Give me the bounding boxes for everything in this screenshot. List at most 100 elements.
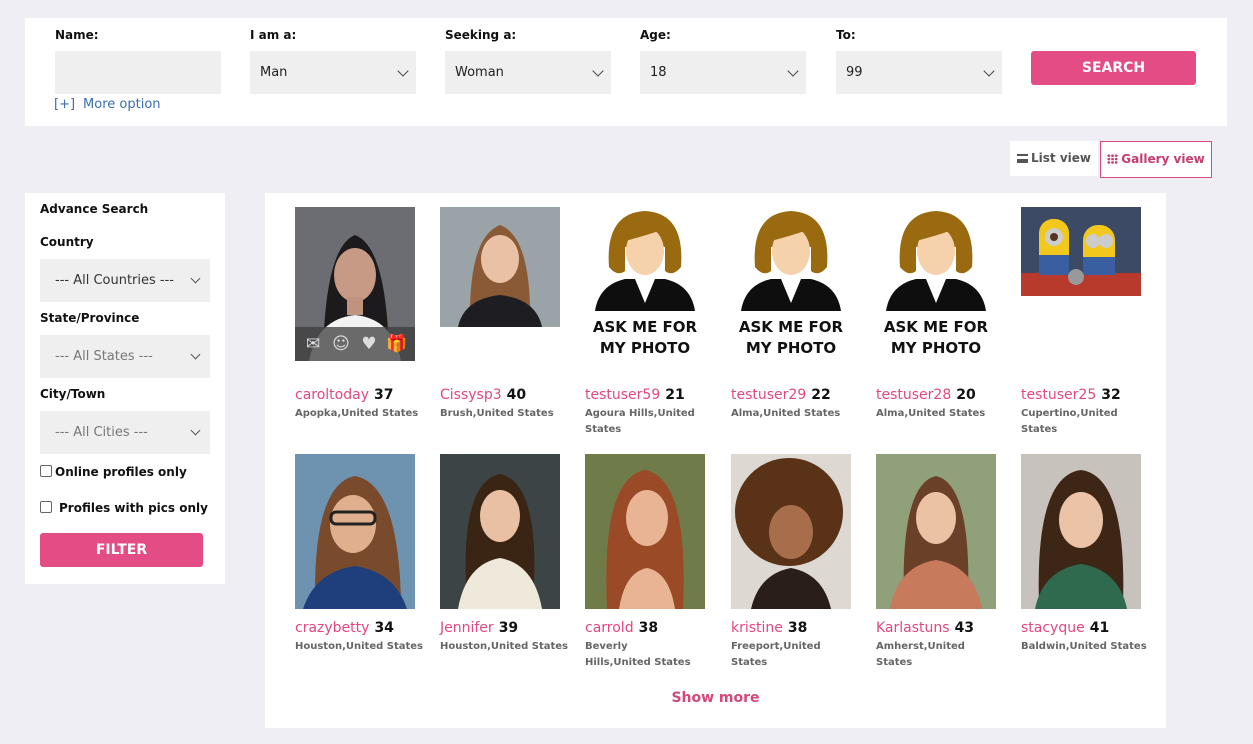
gallery-view-button[interactable]: Gallery view — [1100, 141, 1212, 178]
profile-photo[interactable] — [295, 454, 415, 609]
age: 41 — [1089, 620, 1110, 636]
username[interactable]: testuser29 — [731, 387, 806, 403]
pics-only-option[interactable]: Profiles with pics only — [40, 501, 208, 515]
profile-location: Alma,United States — [876, 408, 986, 419]
profile-photo[interactable] — [731, 454, 851, 609]
mail-icon[interactable]: ✉ — [302, 334, 324, 354]
profile-name[interactable]: testuser28 20 — [876, 387, 976, 403]
username[interactable]: testuser59 — [585, 387, 660, 403]
profile-location: Amherst,United States — [876, 641, 965, 668]
username[interactable]: stacyque — [1021, 620, 1085, 636]
age: 38 — [638, 620, 659, 636]
portrait-photo — [731, 454, 851, 609]
profile-name[interactable]: kristine 38 — [731, 620, 807, 636]
state-label: State/Province — [40, 311, 140, 325]
profile-photo[interactable] — [1021, 207, 1141, 296]
gift-icon[interactable]: 🎁 — [386, 334, 408, 354]
profile-location: Apopka,United States — [295, 408, 419, 419]
username[interactable]: Cissysp3 — [440, 387, 502, 403]
username[interactable]: Karlastuns — [876, 620, 950, 636]
seeking-select[interactable]: Woman — [445, 51, 611, 94]
chevron-down-icon — [983, 65, 995, 77]
seeking-label: Seeking a: — [445, 28, 517, 42]
chevron-down-icon — [190, 273, 201, 284]
age: 37 — [374, 387, 394, 403]
age: 34 — [374, 620, 394, 636]
username[interactable]: kristine — [731, 620, 783, 636]
list-icon — [1017, 154, 1028, 163]
age: 22 — [811, 387, 831, 403]
online-only-option[interactable]: Online profiles only — [40, 465, 187, 479]
advance-search-title: Advance Search — [40, 202, 149, 216]
username[interactable]: testuser28 — [876, 387, 951, 403]
age: 39 — [498, 620, 519, 636]
profile-name[interactable]: testuser25 32 — [1021, 387, 1121, 403]
profile-name[interactable]: testuser29 22 — [731, 387, 831, 403]
profile-location: Beverly Hills,United States — [585, 641, 691, 668]
username[interactable]: Jennifer — [440, 620, 494, 636]
state-select[interactable]: --- All States --- — [40, 335, 210, 378]
portrait-photo — [585, 454, 705, 609]
profile-photo[interactable] — [440, 454, 560, 609]
ask-photo-text: ASK ME FOR MY PHOTO — [592, 318, 698, 357]
profile-gallery: ✉ ☺ ♥ 🎁 caroltoday 37 Apopka,United State… — [265, 193, 1166, 728]
profile-photo[interactable]: ASK ME FOR MY PHOTO — [876, 207, 996, 367]
profile-location: Cupertino,United States — [1021, 408, 1118, 435]
pics-only-checkbox[interactable] — [40, 501, 52, 513]
profile-name[interactable]: Cissysp3 40 — [440, 387, 526, 403]
profile-location: Houston,United States — [295, 641, 423, 652]
profile-name[interactable]: stacyque 41 — [1021, 620, 1109, 636]
chevron-down-icon — [190, 349, 201, 360]
online-only-label: Online profiles only — [55, 465, 187, 479]
portrait-photo — [440, 454, 560, 609]
age: 20 — [956, 387, 976, 403]
smile-icon[interactable]: ☺ — [330, 334, 352, 354]
profile-photo[interactable] — [1021, 454, 1141, 609]
portrait-photo — [1021, 454, 1141, 609]
age-label: Age: — [640, 28, 671, 42]
profile-photo[interactable] — [876, 454, 996, 609]
age: 21 — [665, 387, 685, 403]
username[interactable]: carrold — [585, 620, 634, 636]
more-option-link[interactable]: [+] More option — [54, 97, 161, 112]
profile-photo[interactable] — [440, 207, 560, 327]
portrait-photo — [440, 207, 560, 327]
city-select[interactable]: --- All Cities --- — [40, 411, 210, 454]
profile-name[interactable]: Karlastuns 43 — [876, 620, 974, 636]
profile-photo[interactable] — [585, 454, 705, 609]
state-value: --- All States --- — [55, 349, 153, 364]
profile-name[interactable]: carrold 38 — [585, 620, 658, 636]
profile-photo[interactable]: ✉ ☺ ♥ 🎁 — [295, 207, 415, 361]
filter-button[interactable]: FILTER — [40, 533, 203, 567]
search-bar: Name: I am a: Man Seeking a: Woman Age: … — [25, 18, 1227, 126]
list-view-button[interactable]: List view — [1010, 141, 1098, 176]
profile-name[interactable]: testuser59 21 — [585, 387, 685, 403]
heart-icon[interactable]: ♥ — [358, 334, 380, 354]
pics-only-label: Profiles with pics only — [59, 501, 208, 515]
chevron-down-icon — [592, 65, 604, 77]
online-only-checkbox[interactable] — [40, 465, 52, 477]
age-from-select[interactable]: 18 — [640, 51, 806, 94]
seeking-value: Woman — [455, 65, 504, 80]
iam-select[interactable]: Man — [250, 51, 416, 94]
name-input[interactable] — [55, 51, 221, 94]
profile-name[interactable]: caroltoday 37 — [295, 387, 393, 403]
profile-photo[interactable]: ASK ME FOR MY PHOTO — [585, 207, 705, 367]
search-button[interactable]: SEARCH — [1031, 51, 1196, 85]
expand-icon: [+] — [54, 97, 76, 112]
username[interactable]: crazybetty — [295, 620, 369, 636]
name-label: Name: — [55, 28, 99, 42]
show-more-link[interactable]: Show more — [265, 690, 1166, 706]
profile-photo[interactable]: ASK ME FOR MY PHOTO — [731, 207, 851, 367]
country-select[interactable]: --- All Countries --- — [40, 259, 210, 302]
age-to-select[interactable]: 99 — [836, 51, 1002, 94]
profile-name[interactable]: crazybetty 34 — [295, 620, 394, 636]
username[interactable]: testuser25 — [1021, 387, 1096, 403]
more-option-label: More option — [83, 97, 161, 112]
profile-actions-bar: ✉ ☺ ♥ 🎁 — [295, 327, 415, 361]
age-to-value: 99 — [846, 65, 863, 80]
age: 32 — [1101, 387, 1121, 403]
profile-name[interactable]: Jennifer 39 — [440, 620, 518, 636]
username[interactable]: caroltoday — [295, 387, 369, 403]
profile-location: Freeport,United States — [731, 641, 821, 668]
